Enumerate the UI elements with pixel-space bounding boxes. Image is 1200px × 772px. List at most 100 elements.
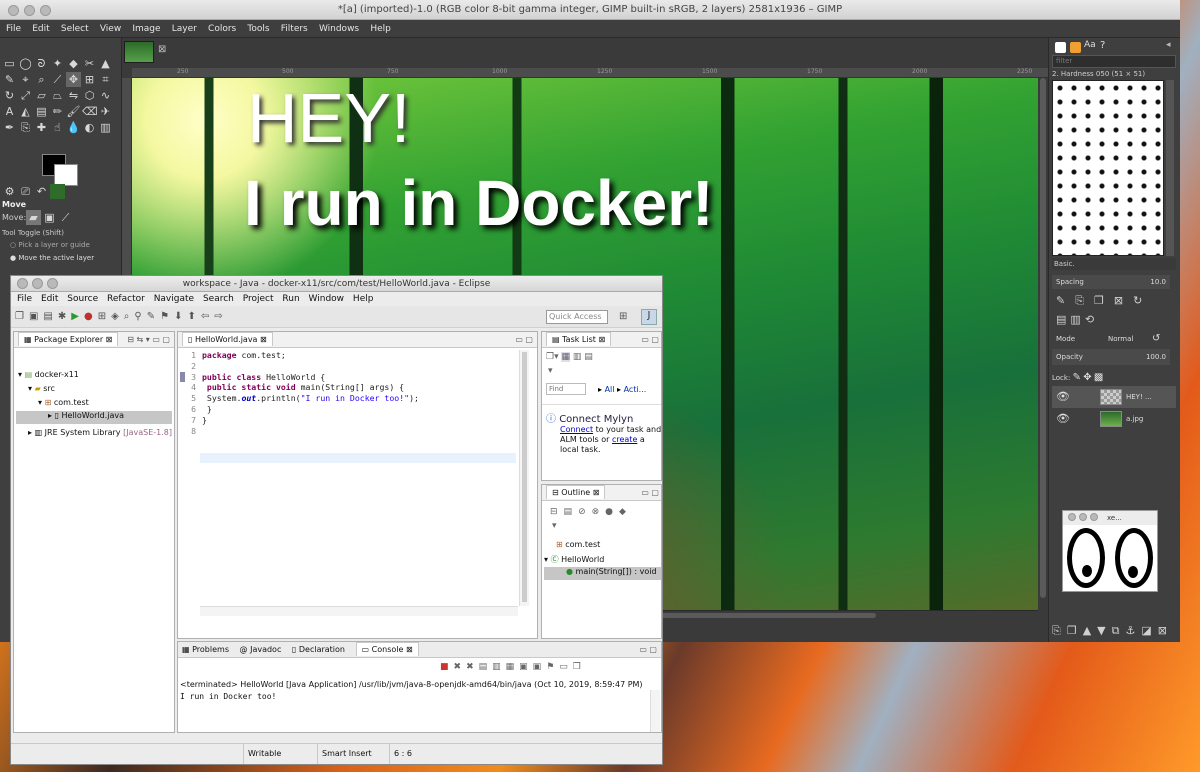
visibility-eye-icon[interactable]: 👁 [1056, 386, 1070, 408]
menu-filters[interactable]: Filters [281, 20, 308, 38]
smudge-icon[interactable]: ☝ [50, 120, 65, 135]
clone-icon[interactable]: ⎘ [18, 120, 33, 135]
package-explorer-tab[interactable]: ▦ Package Explorer ⊠ ⊟ ⇆ ▾ ▭ ▢ [14, 332, 174, 348]
delete-layer-icon[interactable]: ⊠ [1158, 624, 1173, 637]
menu-refactor[interactable]: Refactor [107, 294, 145, 304]
zoom-dot[interactable] [47, 278, 58, 289]
menu-source[interactable]: Source [67, 294, 98, 304]
pin-console-icon[interactable]: ⚑ [546, 662, 559, 672]
cage-icon[interactable]: ⬡ [82, 88, 97, 103]
new-java-project-icon[interactable]: ⊞ [98, 311, 111, 322]
move-selection-mode-icon[interactable]: ▣ [42, 210, 57, 225]
code-line[interactable]: 3 public class HelloWorld { [182, 372, 419, 383]
tab-javadoc[interactable]: @ Javadoc [240, 645, 282, 654]
lasso-icon[interactable]: ᘐ [34, 56, 49, 71]
delete-brush-icon[interactable]: ⊠ [1114, 294, 1133, 307]
hide-nonpublic-icon[interactable]: ● [605, 507, 619, 517]
task-minmax-icon[interactable]: ▭ ▢ [641, 332, 659, 348]
color-select-icon[interactable]: ◆ [66, 56, 81, 71]
code-line[interactable]: 8 [182, 426, 419, 437]
align-icon[interactable]: ⊞ [82, 72, 97, 87]
tab-console[interactable]: ▭ Console ⊠ [355, 642, 419, 656]
remove-all-icon[interactable]: ✖ [466, 662, 479, 672]
code-line[interactable]: 4 public static void main(String[] args)… [182, 382, 419, 393]
code-line[interactable]: 6 } [182, 404, 419, 415]
lock-pixels-icon[interactable]: ✎ [1073, 372, 1081, 383]
tree-item-src[interactable]: ▾ ▰ src [28, 384, 55, 393]
move-tool-icon[interactable]: ✥ [66, 72, 81, 87]
bucket-fill-icon[interactable]: ◭ [18, 104, 33, 119]
task-view-menu-icon[interactable]: ▾ [548, 366, 553, 376]
paintbrush-icon[interactable]: 🖌 [66, 104, 81, 119]
run-icon[interactable]: ▶ [71, 311, 84, 322]
dodge-icon[interactable]: ◐ [82, 120, 97, 135]
editor-tab[interactable]: ▯ HelloWorld.java ⊠ ▭ ▢ [178, 332, 537, 348]
zoom-icon[interactable]: ⌕ [34, 72, 49, 87]
pencil-icon[interactable]: ✏ [50, 104, 65, 119]
fuzzy-select-icon[interactable]: ✦ [50, 56, 65, 71]
lock-position-icon[interactable]: ✥ [1083, 372, 1091, 383]
console-minmax-icon[interactable]: ▭ ▢ [639, 642, 657, 658]
menu-search[interactable]: Search [203, 294, 234, 304]
xeyes-titlebar[interactable]: xe... [1063, 511, 1157, 525]
paths-icon[interactable]: ✎ [2, 72, 17, 87]
brushes-tab-icon[interactable] [1055, 42, 1066, 53]
mask-layer-icon[interactable]: ◪ [1141, 624, 1157, 637]
spacing-slider[interactable]: 10.0 Spacing [1052, 275, 1170, 289]
show-stdout-icon[interactable]: ▣ [519, 662, 533, 672]
ink-icon[interactable]: ✒ [2, 120, 17, 135]
raise-layer-icon[interactable]: ▲ [1083, 624, 1097, 637]
tool-options-tab-icon[interactable]: ⚙ [2, 184, 17, 199]
scissors-icon[interactable]: ✂ [82, 56, 97, 71]
remove-launch-icon[interactable]: ✖ [454, 662, 467, 672]
layer-row[interactable]: 👁 a.jpg [1052, 408, 1176, 430]
connect-link[interactable]: Connect [560, 425, 593, 434]
eclipse-titlebar[interactable]: workspace - Java - docker-x11/src/com/te… [11, 276, 662, 292]
minimize-dot[interactable] [32, 278, 43, 289]
code-line[interactable]: 5 System.out.println("I run in Docker to… [182, 393, 419, 404]
canvas-vertical-scrollbar[interactable] [1038, 78, 1048, 610]
scale-icon[interactable]: ⤢ [18, 88, 33, 103]
new-group-icon[interactable]: ❐ [1067, 624, 1083, 637]
toggle-mark-icon[interactable]: ⚑ [160, 311, 174, 322]
tree-item-package[interactable]: ▾ ⊞ com.test [38, 398, 89, 407]
prev-annotation-icon[interactable]: ⬆ [187, 311, 200, 322]
next-annotation-icon[interactable]: ⬇ [174, 311, 187, 322]
menu-window[interactable]: Window [309, 294, 345, 304]
brush-tag-select[interactable]: Basic. [1052, 258, 1176, 270]
move-layer-mode-icon[interactable]: ▰ [26, 210, 41, 225]
menu-layer[interactable]: Layer [172, 20, 197, 38]
quick-access-input[interactable]: Quick Access [546, 310, 608, 324]
show-stderr-icon[interactable]: ▣ [533, 662, 547, 672]
visibility-eye-icon[interactable]: 👁 [1056, 408, 1070, 430]
menu-project[interactable]: Project [243, 294, 274, 304]
warp-icon[interactable]: ∿ [98, 88, 113, 103]
rect-select-icon[interactable]: ▭ [2, 56, 17, 71]
menu-view[interactable]: View [100, 20, 121, 38]
categorized-icon[interactable]: ▦ [561, 352, 570, 362]
heal-icon[interactable]: ✚ [34, 120, 49, 135]
blur-icon[interactable]: 💧 [66, 120, 81, 135]
collapse-icon[interactable]: ⊟ [550, 507, 564, 517]
menu-help[interactable]: Help [353, 294, 374, 304]
outline-item-method[interactable]: ● main(String[]) : void [544, 567, 661, 580]
search-icon[interactable]: ⚲ [134, 311, 146, 322]
hide-static-icon[interactable]: ⊗ [592, 507, 606, 517]
zoom-dot[interactable] [40, 5, 51, 16]
code-line[interactable]: 2 [182, 361, 419, 372]
measure-icon[interactable]: ⟋ [50, 72, 65, 87]
editor-minmax-icon[interactable]: ▭ ▢ [515, 332, 533, 348]
layers-tab-icon[interactable]: ▤ [1056, 313, 1070, 326]
close-dot[interactable] [17, 278, 28, 289]
duplicate-layer-icon[interactable]: ⧉ [1112, 624, 1126, 637]
edit-brush-icon[interactable]: ✎ [1056, 294, 1075, 307]
minimize-dot[interactable] [1079, 513, 1087, 521]
editor-vertical-scrollbar[interactable] [519, 350, 529, 606]
task-find-input[interactable]: Find [546, 383, 586, 395]
all-tasks-link[interactable]: All [605, 385, 615, 394]
background-color-swatch[interactable] [54, 164, 78, 186]
menu-edit[interactable]: Edit [32, 20, 49, 38]
outline-item-class[interactable]: ▾ Ⓒ HelloWorld [544, 554, 604, 565]
lower-layer-icon[interactable]: ▼ [1097, 624, 1111, 637]
color-picker-icon[interactable]: ⌖ [18, 72, 33, 87]
